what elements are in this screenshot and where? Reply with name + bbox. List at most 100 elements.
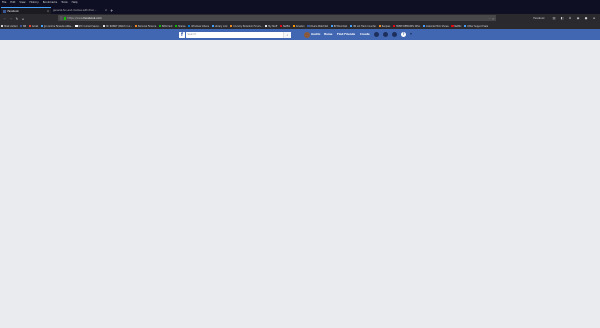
bookmark-item[interactable]: BP BlumOak xyxy=(330,24,348,28)
bookmark-favicon-icon xyxy=(1,24,4,28)
bookmark-label: Library Link xyxy=(214,24,228,28)
bookmark-item[interactable]: Gmail xyxy=(28,24,39,28)
bookmark-label: HOME REMODEL DPLL xyxy=(395,24,421,28)
messenger-icon[interactable] xyxy=(383,32,388,37)
tab-title: Facebook xyxy=(7,9,19,13)
bookmark-favicon-icon xyxy=(279,24,283,28)
bookmark-item[interactable]: My Stuff xyxy=(265,25,277,28)
bookmark-favicon-icon xyxy=(307,24,310,28)
bookmark-favicon-icon xyxy=(28,24,32,28)
home-icon[interactable]: ⌂ xyxy=(20,17,26,21)
facebook-search-input[interactable] xyxy=(187,33,283,37)
bookmark-favicon-icon xyxy=(19,24,23,28)
profile-avatar[interactable] xyxy=(304,31,310,38)
tab-facebook[interactable]: Facebook ✕ xyxy=(1,7,51,14)
bookmark-label: NB xyxy=(23,24,27,28)
bookmark-favicon-icon xyxy=(188,24,191,28)
bookmark-favicon-icon xyxy=(422,24,426,28)
menu-icon[interactable]: ≡ xyxy=(590,16,598,21)
bookmark-label: Gmail xyxy=(31,24,39,28)
bookmark-label: Crunchy Boredom Forum... xyxy=(233,24,263,28)
bookmark-favicon-icon xyxy=(103,24,106,28)
bookmark-item[interactable]: Amazon xyxy=(292,24,305,28)
navigation-toolbar: ← → ↻ ⌂ ⓘ https://www.facebook.com ··· ☆… xyxy=(0,14,600,23)
tab-strip: Facebook ✕ general-fun-and-memes-with-fr… xyxy=(0,6,600,14)
nav-create[interactable]: Create xyxy=(360,29,370,40)
tab-title: general-fun-and-memes-with-frien... xyxy=(53,9,97,12)
address-bar[interactable]: ⓘ https://www.facebook.com ··· ☆ xyxy=(58,15,496,22)
account-menu-caret-icon[interactable]: ▾ xyxy=(410,31,412,36)
nav-find-friends[interactable]: Find Friends xyxy=(337,29,355,40)
bookmark-item[interactable]: HOME REMODEL DPLL xyxy=(392,24,421,28)
bookmark-label: Jpn Anime Fansubs ANiw... xyxy=(43,24,73,28)
bookmark-label: My Stuff xyxy=(268,24,278,28)
bookmark-favicon-icon xyxy=(463,24,467,28)
tab-close-icon[interactable]: ✕ xyxy=(105,9,107,12)
bookmark-item[interactable]: Bittorrent xyxy=(158,24,173,28)
bookmark-label: UN Lot Track Counter xyxy=(352,24,377,28)
bookmark-star-icon[interactable]: ☆ xyxy=(492,17,495,21)
bookmark-item[interactable]: Other Support Sale xyxy=(463,24,488,28)
bookmark-label: Amazon xyxy=(295,24,305,28)
bookmark-item[interactable]: Rivera Watchlist xyxy=(307,25,328,28)
bookmark-favicon-icon xyxy=(211,24,214,28)
bookmark-favicon-icon xyxy=(265,24,268,28)
bookmark-item[interactable]: NB xyxy=(19,24,27,28)
bookmark-favicon-icon xyxy=(392,24,396,28)
facebook-logo[interactable]: f xyxy=(179,31,185,38)
site-info-icon[interactable]: ⓘ xyxy=(60,16,63,20)
bookmark-item[interactable]: Shares xyxy=(174,24,186,28)
page-actions-icon[interactable]: ··· xyxy=(489,17,491,20)
bookmark-item[interactable]: Recipes xyxy=(378,24,390,28)
bookmark-label: Calendar Mini Shows xyxy=(425,24,449,28)
bookmark-label: Netflix xyxy=(454,24,462,28)
friend-requests-icon[interactable] xyxy=(374,32,379,37)
bookmark-item[interactable]: Calendar Mini Shows xyxy=(422,24,449,28)
tab-close-icon[interactable]: ✕ xyxy=(47,10,49,13)
lock-icon[interactable] xyxy=(63,17,66,20)
bookmark-label: Windows Videos xyxy=(191,24,209,28)
bookmark-item[interactable]: Crunchy Boredom Forum... xyxy=(230,25,263,28)
bookmark-favicon-icon xyxy=(451,24,454,28)
facebook-shortcut-label[interactable]: Facebook xyxy=(528,16,550,21)
bookmark-favicon-icon xyxy=(330,24,333,28)
bookmark-favicon-icon xyxy=(378,24,381,28)
bookmark-label: BP BlumOak xyxy=(333,24,348,28)
bookmark-favicon-icon xyxy=(40,24,44,28)
bookmark-item[interactable]: Personal Finance xyxy=(134,24,156,28)
bookmark-item[interactable]: UN Lot Track Counter xyxy=(349,24,377,28)
bookmark-label: Shares xyxy=(178,24,186,28)
new-tab-button[interactable]: + xyxy=(110,7,113,14)
bookmark-item[interactable]: NYC Current Sever... xyxy=(75,24,101,28)
bookmark-favicon-icon xyxy=(134,24,138,28)
nav-home[interactable]: Home xyxy=(324,29,332,40)
bookmark-favicon-icon xyxy=(75,24,78,28)
bookmark-item[interactable]: Library Link xyxy=(211,24,228,28)
bookmark-label: Bittorrent xyxy=(161,24,173,28)
bookmark-item[interactable]: Netflix xyxy=(451,25,461,28)
library-icon[interactable]: ▥ xyxy=(550,16,558,21)
bookmark-item[interactable]: Jpn Anime Fansubs ANiw... xyxy=(40,24,73,28)
tab-discord[interactable]: general-fun-and-memes-with-frien... ✕ xyxy=(51,7,109,14)
extension-icon[interactable]: ◉ xyxy=(574,16,582,21)
notifications-icon[interactable] xyxy=(392,32,397,37)
sidebar-icon[interactable]: ◧ xyxy=(558,16,566,21)
facebook-top-bar: f ⌕ Audric Home Find Friends Create ? ▾ xyxy=(0,29,600,40)
bookmark-item[interactable]: Netflix xyxy=(279,24,291,28)
search-icon[interactable]: ⌕ xyxy=(283,31,291,38)
toolbar-icons: Facebook ▥ ◧ ⬇ ◉ ● ≡ xyxy=(528,16,598,21)
bookmark-item[interactable]: Most visited xyxy=(1,25,17,28)
nav-profile-name[interactable]: Audric xyxy=(311,29,320,40)
bookmark-favicon-icon xyxy=(174,24,178,28)
quick-help-icon[interactable]: ? xyxy=(401,32,406,37)
account-icon[interactable]: ● xyxy=(582,16,590,21)
bookmark-item[interactable]: Mr ROBOT (Watch Cur... xyxy=(103,25,132,28)
bookmark-label: Netflix xyxy=(283,24,291,28)
download-icon[interactable]: ⬇ xyxy=(566,16,574,21)
bookmark-label: Rivera Watchlist xyxy=(310,24,329,28)
facebook-search: ⌕ xyxy=(186,31,291,38)
bookmark-item[interactable]: Windows Videos xyxy=(188,25,209,28)
url-text[interactable]: https://www.facebook.com xyxy=(67,17,101,20)
bookmark-favicon-icon xyxy=(230,24,233,28)
bookmark-label: Mr ROBOT (Watch Cur... xyxy=(106,24,133,28)
